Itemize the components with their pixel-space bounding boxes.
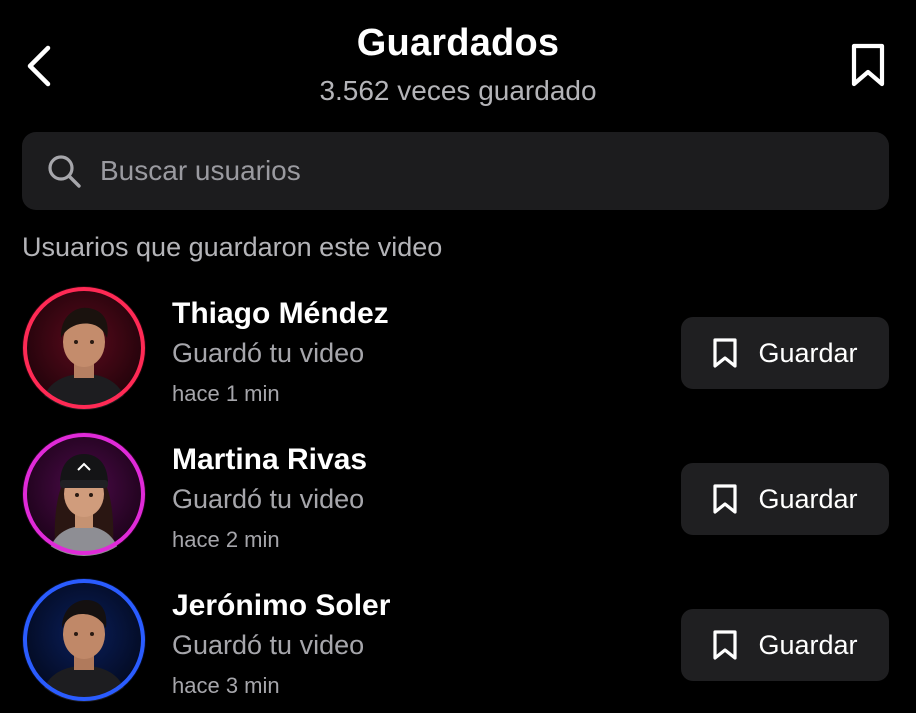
header: Guardados 3.562 veces guardado <box>0 0 916 120</box>
avatar[interactable] <box>22 578 146 702</box>
avatar[interactable] <box>22 432 146 556</box>
list-item[interactable]: Thiago Méndez Guardó tu video hace 1 min… <box>0 282 916 428</box>
search-icon <box>48 155 81 188</box>
save-button[interactable]: Guardar <box>681 317 889 389</box>
save-button-label: Guardar <box>758 337 858 368</box>
avatar[interactable] <box>22 286 146 410</box>
bookmark-button[interactable] <box>846 40 890 90</box>
user-action: Guardó tu video <box>172 484 365 514</box>
bookmark-icon <box>851 43 885 87</box>
search-input[interactable] <box>100 155 889 187</box>
user-name[interactable]: Jerónimo Soler <box>172 588 390 624</box>
user-info: Martina Rivas Guardó tu video hace 2 min <box>172 442 367 554</box>
user-name[interactable]: Thiago Méndez <box>172 296 389 332</box>
save-button[interactable]: Guardar <box>681 463 889 535</box>
user-name[interactable]: Martina Rivas <box>172 442 367 478</box>
list-item[interactable]: Martina Rivas Guardó tu video hace 2 min… <box>0 428 916 574</box>
user-time: hace 2 min <box>172 527 280 552</box>
list-item[interactable]: Jerónimo Soler Guardó tu video hace 3 mi… <box>0 574 916 713</box>
user-list: Thiago Méndez Guardó tu video hace 1 min… <box>0 282 916 713</box>
save-button-label: Guardar <box>758 483 858 514</box>
user-info: Thiago Méndez Guardó tu video hace 1 min <box>172 296 389 408</box>
bookmark-icon <box>713 630 738 660</box>
search-bar[interactable] <box>22 132 889 210</box>
saved-screen: Guardados 3.562 veces guardado Usuarios … <box>0 0 916 713</box>
bookmark-icon <box>713 338 738 368</box>
page-title: Guardados <box>356 22 560 64</box>
user-action: Guardó tu video <box>172 630 365 660</box>
user-action: Guardó tu video <box>172 338 365 368</box>
save-button[interactable]: Guardar <box>681 609 889 681</box>
section-label: Usuarios que guardaron este video <box>22 232 443 262</box>
bookmark-icon <box>713 484 738 514</box>
user-time: hace 1 min <box>172 381 280 406</box>
save-button-label: Guardar <box>758 629 858 660</box>
save-count: 3.562 veces guardado <box>319 75 597 106</box>
user-time: hace 3 min <box>172 673 280 698</box>
user-info: Jerónimo Soler Guardó tu video hace 3 mi… <box>172 588 390 700</box>
